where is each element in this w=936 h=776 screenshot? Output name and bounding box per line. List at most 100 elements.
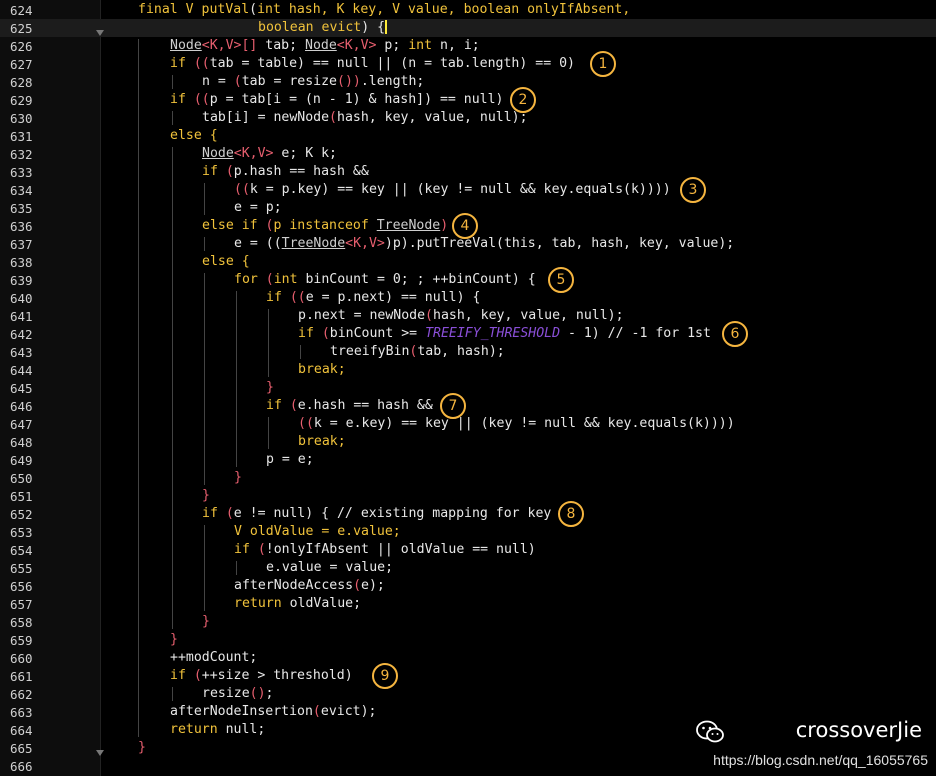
code-token: ( [249, 2, 258, 17]
code-text: else { [170, 128, 218, 143]
code-line[interactable]: 632 Node<K,V> e; K k; [0, 145, 936, 163]
code-token: p = tab[i = (n - 1) & hash]) == null) [209, 92, 504, 107]
indent-guide [268, 309, 269, 377]
code-token: ( [353, 578, 362, 593]
code-line[interactable]: 624 final V putVal(int hash, K key, V val… [0, 1, 936, 19]
code-line[interactable]: 660 ++modCount; [0, 649, 936, 667]
code-line[interactable]: 640 if ((e = p.next) == null) { [0, 289, 936, 307]
code-token: p = e; [266, 452, 314, 467]
code-token: TreeNode [281, 236, 346, 251]
code-text: ++modCount; [170, 650, 257, 665]
code-token: else if [202, 218, 266, 233]
code-line[interactable]: 661 if (++size > threshold) [0, 667, 936, 685]
code-line[interactable]: 639 for (int binCount = 0; ; ++binCount) … [0, 271, 936, 289]
code-line[interactable]: 662 resize(); [0, 685, 936, 703]
code-token: tab[i] = newNode [202, 110, 330, 125]
code-line[interactable]: 647 ((k = e.key) == key || (key != null &… [0, 415, 936, 433]
code-line[interactable]: 626 Node<K,V>[] tab; Node<K,V> p; int n, … [0, 37, 936, 55]
code-text: if (binCount >= TREEIFY_THRESHOLD - 1) /… [298, 326, 711, 341]
line-number: 657 [10, 597, 33, 612]
fold-toggle-icon[interactable] [96, 745, 104, 756]
code-line[interactable]: 650} [0, 469, 936, 487]
line-number: 642 [10, 327, 33, 342]
code-token: if [266, 398, 290, 413]
code-line[interactable]: 656 afterNodeAccess(e); [0, 577, 936, 595]
code-line[interactable]: 641 p.next = newNode(hash, key, value, nu… [0, 307, 936, 325]
code-token: boolean evict [258, 20, 362, 35]
code-line[interactable]: 657 return oldValue; [0, 595, 936, 613]
code-token: k = p.key) == key || (key != null && key… [249, 182, 671, 197]
code-line[interactable]: 649 p = e; [0, 451, 936, 469]
code-text: if (++size > threshold) [170, 668, 353, 683]
code-token: afterNodeAccess [234, 578, 354, 593]
line-number: 628 [10, 75, 33, 90]
code-line[interactable]: 654 if (!onlyIfAbsent || oldValue == null… [0, 541, 936, 559]
code-line[interactable]: 629 if ((p = tab[i = (n - 1) & hash]) == … [0, 91, 936, 109]
code-token: Node [170, 38, 202, 53]
indent-guide [236, 291, 237, 467]
code-token: int [408, 38, 440, 53]
code-token: ( [321, 326, 330, 341]
code-text: return oldValue; [234, 596, 361, 611]
indent-guide [268, 417, 269, 449]
code-line[interactable]: 648 break; [0, 433, 936, 451]
line-number: 636 [10, 219, 33, 234]
code-text: } [202, 488, 210, 503]
code-line[interactable]: 645} [0, 379, 936, 397]
code-token: tab = table) == null || [209, 56, 401, 71]
code-token: () [249, 686, 266, 701]
code-line[interactable]: 655 e.value = value; [0, 559, 936, 577]
code-line[interactable]: 638 else { [0, 253, 936, 271]
line-number: 651 [10, 489, 33, 504]
code-token: int [273, 272, 306, 287]
code-text: treeifyBin(tab, hash); [330, 344, 505, 359]
code-text: tab[i] = newNode(hash, key, value, null)… [202, 110, 528, 125]
fold-toggle-icon[interactable] [96, 25, 104, 36]
line-number: 625 [10, 21, 33, 36]
code-line[interactable]: 652 if (e != null) { // existing mapping … [0, 505, 936, 523]
code-token: e = (( [234, 236, 282, 251]
code-text: } [234, 470, 242, 485]
code-token: - 1) // -1 for 1st [560, 326, 711, 341]
code-line[interactable]: 634 ((k = p.key) == key || (key != null &… [0, 181, 936, 199]
indent-guide [204, 237, 205, 251]
code-line[interactable]: 633 if (p.hash == hash && [0, 163, 936, 181]
code-line[interactable]: 644 break; [0, 361, 936, 379]
code-line[interactable]: 658} [0, 613, 936, 631]
code-line[interactable]: 628 n = (tab = resize()).length; [0, 73, 936, 91]
code-line[interactable]: 625 boolean evict) { [0, 19, 936, 37]
code-line[interactable]: 627 if ((tab = table) == null || (n = tab… [0, 55, 936, 73]
code-token: p.next = newNode [298, 308, 426, 323]
line-number: 633 [10, 165, 33, 180]
code-line[interactable]: 642 if (binCount >= TREEIFY_THRESHOLD - 1… [0, 325, 936, 343]
code-token: if [170, 92, 194, 107]
code-line[interactable]: 651} [0, 487, 936, 505]
code-line[interactable]: 653 V oldValue = e.value; [0, 523, 936, 541]
code-token: ++size > threshold) [201, 668, 353, 683]
code-text: if (e.hash == hash && [266, 398, 433, 413]
indent-guide [172, 75, 173, 89]
code-text: Node<K,V> e; K k; [202, 146, 337, 161]
line-number: 640 [10, 291, 33, 306]
code-token: ( [312, 704, 321, 719]
code-editor[interactable]: 624 final V putVal(int hash, K key, V val… [0, 0, 936, 776]
code-token: hash, key, value, null); [433, 308, 624, 323]
code-line[interactable]: 659} [0, 631, 936, 649]
line-number: 665 [10, 741, 33, 756]
code-text: if (e != null) { // existing mapping for… [202, 506, 551, 521]
line-number: 629 [10, 93, 33, 108]
code-token: K key, V value, [336, 2, 464, 17]
code-line[interactable]: 646 if (e.hash == hash && [0, 397, 936, 415]
line-number: 654 [10, 543, 33, 558]
code-token: k = e.key) == key || (key != null && key… [313, 416, 735, 431]
code-line[interactable]: 631 else { [0, 127, 936, 145]
code-line[interactable]: 630 tab[i] = newNode(hash, key, value, nu… [0, 109, 936, 127]
line-number: 660 [10, 651, 33, 666]
code-text: e.value = value; [266, 560, 393, 575]
line-number: 641 [10, 309, 33, 324]
code-token: n, i; [440, 38, 480, 53]
line-number: 635 [10, 201, 33, 216]
indent-guide [204, 183, 205, 215]
code-line[interactable]: 643 treeifyBin(tab, hash); [0, 343, 936, 361]
annotation-badge: 6 [722, 321, 748, 347]
